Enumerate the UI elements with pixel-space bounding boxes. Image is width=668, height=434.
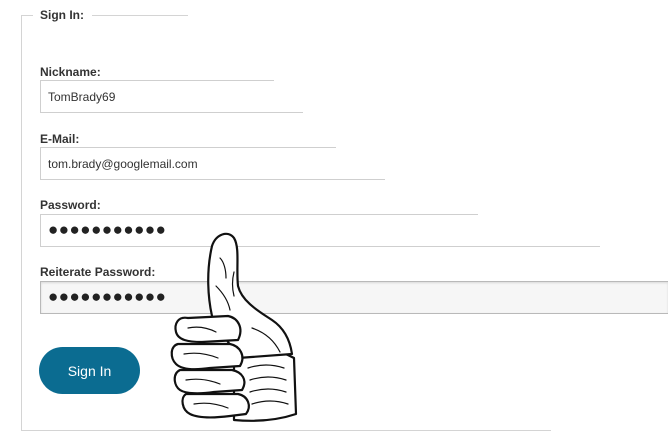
fieldset-border-top [21,15,33,16]
reiterate-password-label: Reiterate Password: [40,265,156,279]
thumbs-up-icon [170,232,298,422]
sign-in-button[interactable]: Sign In [39,347,140,394]
password-label: Password: [40,198,101,212]
fieldset-legend: Sign In: [40,8,84,22]
nickname-value: TomBrady69 [48,89,116,104]
email-input[interactable]: tom.brady@googlemail.com [40,147,385,180]
fieldset-border-left [21,15,22,430]
email-label: E-Mail: [40,132,80,146]
nickname-input[interactable]: TomBrady69 [40,80,303,113]
nickname-label: Nickname: [40,65,101,79]
fieldset-border-bottom [21,430,551,431]
email-value: tom.brady@googlemail.com [48,156,198,171]
reiterate-password-value: ●●●●●●●●●●● [48,287,167,306]
fieldset-border-top [92,15,188,16]
password-value: ●●●●●●●●●●● [48,220,167,239]
reiterate-password-input[interactable]: ●●●●●●●●●●● [40,281,668,314]
